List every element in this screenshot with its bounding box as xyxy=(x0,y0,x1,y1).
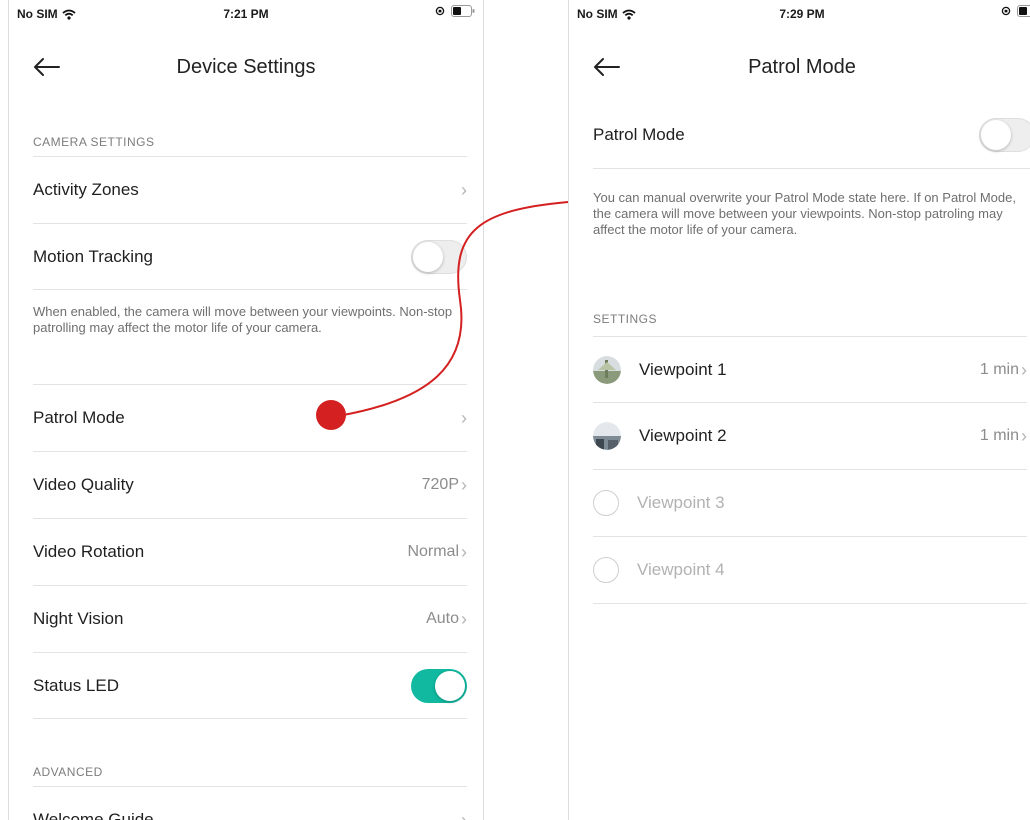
status-bar: No SIM 7:29 PM xyxy=(569,0,1030,28)
patrol-mode-label: Patrol Mode xyxy=(33,408,125,427)
divider xyxy=(33,718,467,720)
chevron-right-icon: › xyxy=(461,542,467,562)
viewpoint-interval: 1 min xyxy=(979,427,1019,444)
patrol-mode-row[interactable]: Patrol Mode › xyxy=(33,384,467,451)
chevron-right-icon: › xyxy=(461,408,467,428)
video-quality-value: 720P xyxy=(421,476,459,493)
device-settings-screen: No SIM 7:21 PM Device Settings CAMERA SE… xyxy=(8,0,484,820)
nav-bar: Patrol Mode xyxy=(569,38,1030,98)
empty-viewpoint-icon xyxy=(593,557,619,583)
page-title: Device Settings xyxy=(176,56,316,78)
patrol-mode-screen: No SIM 7:29 PM Patrol Mode Patrol Mode Y… xyxy=(568,0,1030,820)
viewpoint-label: Viewpoint 3 xyxy=(637,493,725,512)
chevron-right-icon: › xyxy=(1021,360,1027,380)
activity-zones-row[interactable]: Activity Zones › xyxy=(33,156,467,223)
empty-viewpoint-icon xyxy=(593,490,619,516)
viewpoint-thumbnail-icon xyxy=(593,422,621,450)
patrol-mode-toggle[interactable] xyxy=(979,118,1030,152)
motion-tracking-label: Motion Tracking xyxy=(33,247,153,266)
motion-tracking-row: Motion Tracking xyxy=(33,223,467,290)
chevron-right-icon: › xyxy=(461,810,467,820)
status-time: 7:21 PM xyxy=(223,7,269,21)
viewpoint-thumbnail-icon xyxy=(593,356,621,384)
night-vision-value: Auto xyxy=(426,610,459,627)
video-quality-label: Video Quality xyxy=(33,475,134,494)
chevron-right-icon: › xyxy=(1021,426,1027,446)
page-title: Patrol Mode xyxy=(748,56,856,78)
motion-tracking-description: When enabled, the camera will move betwe… xyxy=(33,304,453,335)
divider xyxy=(33,289,467,291)
battery-icon xyxy=(451,5,475,17)
toggle-knob xyxy=(981,120,1011,150)
chevron-right-icon: › xyxy=(461,180,467,200)
viewpoint-row-4[interactable]: Viewpoint 4 xyxy=(593,536,1027,604)
viewpoint-interval: 1 min xyxy=(979,361,1019,378)
chevron-right-icon: › xyxy=(461,609,467,629)
viewpoint-row-1[interactable]: Viewpoint 1 1 min › xyxy=(593,336,1027,403)
night-vision-label: Night Vision xyxy=(33,609,124,628)
section-header-camera-settings: CAMERA SETTINGS xyxy=(33,135,155,149)
status-led-label: Status LED xyxy=(33,676,119,695)
patrol-mode-toggle-row: Patrol Mode xyxy=(593,102,1030,169)
viewpoint-label: Viewpoint 4 xyxy=(637,560,725,579)
patrol-mode-label: Patrol Mode xyxy=(593,125,685,144)
nav-bar: Device Settings xyxy=(9,38,483,98)
viewpoint-label: Viewpoint 1 xyxy=(639,360,727,379)
night-vision-row[interactable]: Night Vision Auto › xyxy=(33,585,467,652)
battery-icon xyxy=(1017,5,1030,17)
status-right-icons xyxy=(435,5,475,17)
viewpoint-row-3[interactable]: Viewpoint 3 xyxy=(593,469,1027,536)
orientation-lock-icon xyxy=(1001,6,1011,16)
status-right-icons xyxy=(1001,5,1030,17)
toggle-knob xyxy=(435,671,465,701)
section-header-settings: SETTINGS xyxy=(593,312,658,326)
video-rotation-value: Normal xyxy=(407,543,459,560)
video-rotation-label: Video Rotation xyxy=(33,542,145,561)
toggle-knob xyxy=(413,242,443,272)
video-rotation-row[interactable]: Video Rotation Normal › xyxy=(33,518,467,585)
welcome-guide-label: Welcome Guide xyxy=(33,810,154,820)
chevron-right-icon: › xyxy=(461,475,467,495)
welcome-guide-row[interactable]: Welcome Guide › xyxy=(33,786,467,820)
status-led-row: Status LED xyxy=(33,652,467,719)
activity-zones-label: Activity Zones xyxy=(33,180,139,199)
section-header-advanced: ADVANCED xyxy=(33,765,103,779)
orientation-lock-icon xyxy=(435,6,445,16)
viewpoint-label: Viewpoint 2 xyxy=(639,426,727,445)
video-quality-row[interactable]: Video Quality 720P › xyxy=(33,451,467,518)
viewpoint-row-2[interactable]: Viewpoint 2 1 min › xyxy=(593,402,1027,469)
status-bar: No SIM 7:21 PM xyxy=(9,0,483,28)
status-led-toggle[interactable] xyxy=(411,669,467,703)
status-time: 7:29 PM xyxy=(779,7,825,21)
motion-tracking-toggle[interactable] xyxy=(411,240,467,274)
patrol-mode-description: You can manual overwrite your Patrol Mod… xyxy=(593,190,1016,237)
